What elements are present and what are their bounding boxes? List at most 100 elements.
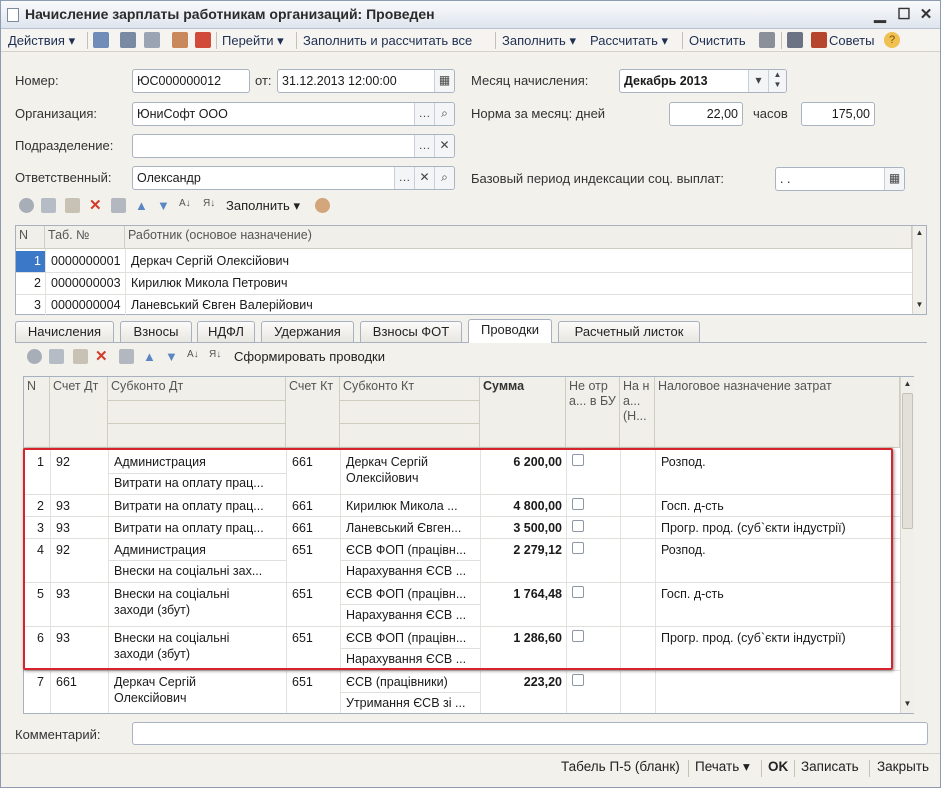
table-cell[interactable]: Кирилюк Микола ... bbox=[343, 498, 479, 514]
goto-menu[interactable]: Перейти ▾ bbox=[222, 32, 284, 50]
table-cell[interactable]: Госп. д-сть bbox=[658, 498, 898, 514]
save-button[interactable]: Записать bbox=[801, 759, 859, 774]
table-cell[interactable]: Внески на соціальні bbox=[111, 630, 285, 646]
checkbox[interactable] bbox=[572, 630, 584, 642]
table-cell[interactable]: 661 bbox=[53, 674, 107, 690]
table-row-number[interactable]: 2 bbox=[16, 273, 45, 294]
table-cell[interactable]: ЄСВ ФОП (працівн... bbox=[343, 586, 479, 602]
table-cell[interactable]: Нарахування ЄСВ ... bbox=[343, 607, 479, 623]
column-header[interactable]: На на... (Н... bbox=[620, 377, 655, 448]
table-cell[interactable]: Розпод. bbox=[658, 542, 898, 558]
table-cell-sum[interactable]: 2 279,12 bbox=[480, 542, 565, 558]
select-button[interactable]: … bbox=[414, 135, 434, 157]
print-menu[interactable]: Печать ▾ bbox=[695, 759, 750, 775]
tab-ndfl[interactable]: НДФЛ bbox=[197, 321, 255, 342]
table-cell[interactable]: ЄСВ ФОП (працівн... bbox=[343, 630, 479, 646]
tab-accruals[interactable]: Начисления bbox=[15, 321, 114, 342]
tabel-button[interactable]: Табель П-5 (бланк) bbox=[561, 759, 680, 774]
select-workers-icon[interactable] bbox=[315, 198, 330, 213]
structure-icon[interactable] bbox=[172, 32, 188, 48]
chevron-down-icon[interactable]: ▾ bbox=[748, 70, 768, 92]
table-cell[interactable]: Витрати на оплату прац... bbox=[111, 498, 285, 514]
actions-menu[interactable]: Действия ▾ bbox=[8, 32, 75, 50]
month-field[interactable]: Декабрь 2013 ▾ ▲ ▼ bbox=[619, 69, 787, 93]
clear-icon[interactable]: ✕ bbox=[414, 167, 434, 189]
sort-asc-icon[interactable]: A↓ bbox=[179, 198, 194, 213]
help-icon[interactable]: ? bbox=[884, 32, 900, 48]
table-cell[interactable]: 92 bbox=[53, 454, 107, 470]
table-cell[interactable]: 0000000004 bbox=[48, 295, 125, 315]
column-header[interactable]: Счет Кт bbox=[286, 377, 340, 448]
sort-asc-icon[interactable]: A↓ bbox=[187, 349, 202, 364]
table-cell[interactable]: Ланевський Євген... bbox=[343, 520, 479, 536]
close-form-button[interactable]: Закрыть bbox=[877, 759, 929, 774]
table-cell[interactable]: Утримання ЄСВ зі ... bbox=[343, 695, 479, 711]
column-header[interactable]: N bbox=[16, 226, 45, 249]
move-down-icon[interactable]: ▼ bbox=[157, 198, 172, 213]
table-cell-sum[interactable]: 1 286,60 bbox=[480, 630, 565, 646]
table-row-number[interactable]: 5 bbox=[24, 586, 48, 602]
scroll-down-icon[interactable]: ▼ bbox=[913, 298, 926, 312]
checkbox[interactable] bbox=[572, 542, 584, 554]
column-header[interactable]: Счет Дт bbox=[50, 377, 108, 448]
end-edit-icon[interactable] bbox=[119, 349, 134, 364]
table-row-number[interactable]: 7 bbox=[24, 674, 48, 690]
column-header[interactable]: Таб. № bbox=[45, 226, 125, 249]
move-up-icon[interactable]: ▲ bbox=[143, 349, 158, 364]
workers-fill-menu[interactable]: Заполнить ▾ bbox=[226, 197, 300, 215]
table-cell[interactable]: Прогр. прод. (суб`єкти індустрії) bbox=[658, 520, 898, 536]
fill-calc-all-button[interactable]: Заполнить и рассчитать все bbox=[303, 32, 472, 50]
scroll-up-icon[interactable]: ▲ bbox=[901, 377, 914, 391]
table-row-number[interactable]: 3 bbox=[16, 295, 45, 315]
move-down-icon[interactable]: ▼ bbox=[165, 349, 180, 364]
dt-kt-icon[interactable] bbox=[759, 32, 775, 48]
table-row-number[interactable]: 4 bbox=[24, 542, 48, 558]
organization-field[interactable]: ЮниСофт ООО … ⌕ bbox=[132, 102, 455, 126]
table-cell[interactable]: Администрация bbox=[111, 542, 285, 558]
table-cell[interactable]: Олексійович bbox=[343, 470, 479, 486]
checkbox[interactable] bbox=[572, 454, 584, 466]
table-cell[interactable]: Кирилюк Микола Петрович bbox=[128, 273, 908, 294]
table-cell[interactable]: 651 bbox=[289, 586, 339, 602]
checkbox[interactable] bbox=[572, 498, 584, 510]
copy-icon[interactable] bbox=[41, 198, 56, 213]
table-cell-sum[interactable]: 3 500,00 bbox=[480, 520, 565, 536]
movements-icon[interactable] bbox=[195, 32, 211, 48]
select-button[interactable]: … bbox=[394, 167, 414, 189]
table-cell-sum[interactable]: 6 200,00 bbox=[480, 454, 565, 470]
table-row-number[interactable]: 3 bbox=[24, 520, 48, 536]
table-cell[interactable]: Внески на соціальні bbox=[111, 586, 285, 602]
responsible-field[interactable]: Олександр … ✕ ⌕ bbox=[132, 166, 455, 190]
table-cell-sum[interactable]: 223,20 bbox=[480, 674, 565, 690]
table-cell[interactable]: заходи (збут) bbox=[111, 646, 285, 662]
minimize-button[interactable]: ▁ bbox=[869, 5, 891, 25]
edit-icon[interactable] bbox=[73, 349, 88, 364]
tab-payslip[interactable]: Расчетный листок bbox=[558, 321, 700, 342]
table-cell[interactable]: Администрация bbox=[111, 454, 285, 470]
table-row-number[interactable]: 1 bbox=[16, 251, 45, 272]
add-icon[interactable] bbox=[27, 349, 42, 364]
table-row-number[interactable]: 2 bbox=[24, 498, 48, 514]
table-cell[interactable]: 651 bbox=[289, 542, 339, 558]
table-cell[interactable]: Госп. д-сть bbox=[658, 586, 898, 602]
checkbox[interactable] bbox=[572, 520, 584, 532]
table-cell[interactable]: Ланевський Євген Валерійович bbox=[128, 295, 908, 315]
postings-scrollbar[interactable]: ▲ ▼ bbox=[900, 377, 914, 713]
edit-icon[interactable] bbox=[65, 198, 80, 213]
base-period-field[interactable]: . . ▦ bbox=[775, 167, 905, 191]
table-cell[interactable]: Деркач Сергій bbox=[111, 674, 285, 690]
table-cell[interactable]: Нарахування ЄСВ ... bbox=[343, 651, 479, 667]
norm-days-field[interactable]: 22,00 bbox=[669, 102, 743, 126]
table-cell[interactable]: заходи (збут) bbox=[111, 602, 285, 618]
delete-icon[interactable]: ✕ bbox=[89, 198, 104, 213]
checkbox[interactable] bbox=[572, 674, 584, 686]
calendar-icon[interactable]: ▦ bbox=[434, 70, 454, 92]
add-icon[interactable] bbox=[19, 198, 34, 213]
table-cell-sum[interactable]: 1 764,48 bbox=[480, 586, 565, 602]
column-header[interactable]: Субконто Кт bbox=[340, 377, 480, 448]
column-header[interactable]: Субконто Дт bbox=[108, 377, 286, 448]
table-cell[interactable]: 651 bbox=[289, 674, 339, 690]
table-cell[interactable]: 0000000001 bbox=[48, 251, 125, 272]
print-preview-icon[interactable] bbox=[120, 32, 136, 48]
delete-icon[interactable]: ✕ bbox=[95, 349, 110, 364]
